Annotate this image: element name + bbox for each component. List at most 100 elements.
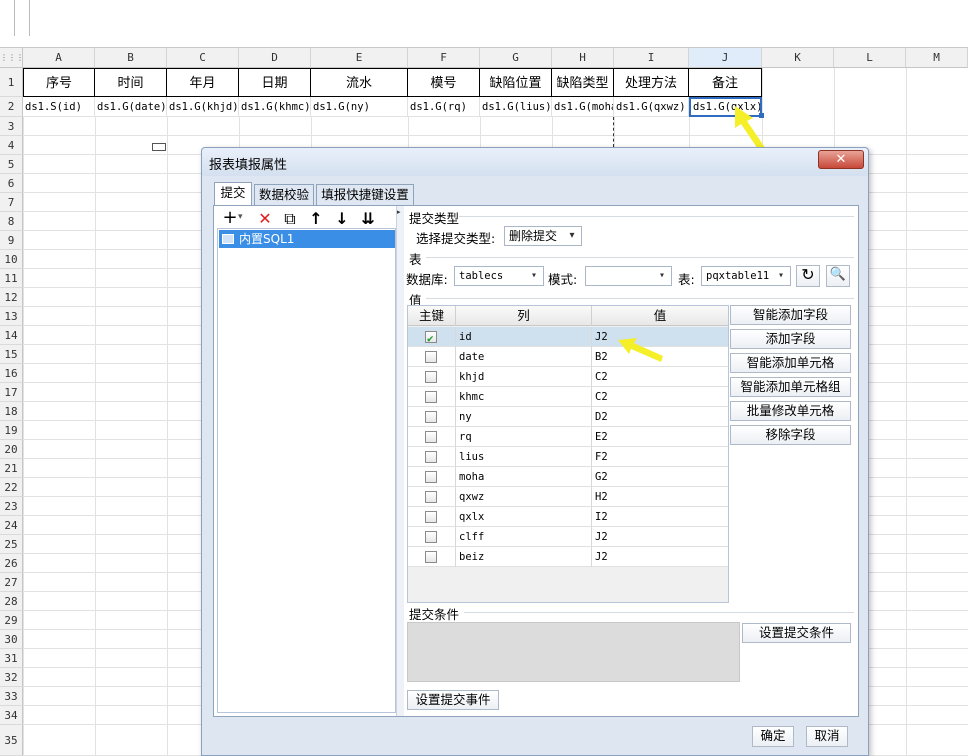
column-header[interactable]: L (834, 48, 906, 68)
header-cell[interactable]: 模号 (408, 68, 480, 97)
row-header[interactable]: 23 (0, 497, 23, 516)
row-header[interactable]: 18 (0, 402, 23, 421)
formula-cell[interactable]: ds1.G(lius) (480, 97, 552, 117)
formula-cell[interactable]: ds1.G(ny) (311, 97, 408, 117)
row-header[interactable]: 26 (0, 554, 23, 573)
primary-key-checkbox[interactable] (425, 431, 437, 443)
primary-key-checkbox[interactable] (425, 371, 437, 383)
smart-add-cell-button[interactable]: 智能添加单元格 (730, 353, 851, 373)
value-cell[interactable]: C2 (592, 367, 728, 387)
table-row[interactable]: lius F2 (408, 447, 728, 467)
header-cell[interactable]: 缺陷位置 (480, 68, 552, 97)
row-header[interactable]: 2 (0, 97, 23, 117)
formula-cell[interactable]: ds1.G(khmc) (239, 97, 311, 117)
column-header[interactable]: I (614, 48, 689, 68)
table-row[interactable]: moha G2 (408, 467, 728, 487)
header-cell[interactable]: 备注 (689, 68, 762, 97)
tab-data-validation[interactable]: 数据校验 (254, 184, 314, 205)
row-header[interactable]: 13 (0, 307, 23, 326)
header-cell[interactable]: 日期 (239, 68, 311, 97)
column-header[interactable]: J (689, 48, 762, 68)
cancel-button[interactable]: 取消 (806, 726, 848, 747)
row-header[interactable]: 15 (0, 345, 23, 364)
set-condition-button[interactable]: 设置提交条件 (742, 623, 851, 643)
value-cell[interactable]: I2 (592, 507, 728, 527)
formula-cell[interactable]: ds1.S(id) (23, 97, 95, 117)
column-header[interactable]: D (239, 48, 311, 68)
row-header[interactable]: 29 (0, 611, 23, 630)
column-header[interactable]: M (906, 48, 968, 68)
column-header[interactable]: E (311, 48, 408, 68)
database-select[interactable]: tablecs ▾ (454, 266, 544, 286)
primary-key-checkbox[interactable] (425, 351, 437, 363)
primary-key-checkbox[interactable] (425, 411, 437, 423)
smart-add-cell-group-button[interactable]: 智能添加单元格组 (730, 377, 851, 397)
cell-note-icon[interactable] (152, 143, 166, 151)
row-header[interactable]: 7 (0, 193, 23, 212)
header-cell[interactable]: 缺陷类型 (552, 68, 614, 97)
value-cell[interactable]: J2 (592, 327, 728, 347)
row-header[interactable]: 1 (0, 68, 23, 97)
row-header[interactable]: 9 (0, 231, 23, 250)
primary-key-checkbox[interactable] (425, 491, 437, 503)
row-header[interactable]: 11 (0, 269, 23, 288)
set-event-button[interactable]: 设置提交事件 (407, 690, 499, 710)
primary-key-checkbox[interactable] (425, 511, 437, 523)
row-header[interactable]: 4 (0, 136, 23, 155)
row-header[interactable]: 10 (0, 250, 23, 269)
value-cell[interactable]: H2 (592, 487, 728, 507)
column-header[interactable]: G (480, 48, 552, 68)
row-header[interactable]: 17 (0, 383, 23, 402)
row-header[interactable]: 19 (0, 421, 23, 440)
row-header[interactable]: 34 (0, 706, 23, 725)
row-header[interactable]: 30 (0, 630, 23, 649)
table-row[interactable]: clff J2 (408, 527, 728, 547)
table-row[interactable]: khmc C2 (408, 387, 728, 407)
select-all-corner[interactable]: ⋮⋮⋮ (0, 48, 24, 68)
column-header[interactable]: H (552, 48, 614, 68)
primary-key-checkbox[interactable] (425, 551, 437, 563)
value-cell[interactable]: J2 (592, 527, 728, 547)
panel-splitter[interactable]: ▸ (396, 206, 404, 716)
mode-select[interactable]: ▾ (585, 266, 672, 286)
row-header[interactable]: 32 (0, 668, 23, 687)
value-cell[interactable]: C2 (592, 387, 728, 407)
ok-button[interactable]: 确定 (752, 726, 794, 747)
formula-cell[interactable]: ds1.G(rq) (408, 97, 480, 117)
value-cell[interactable]: D2 (592, 407, 728, 427)
batch-modify-cell-button[interactable]: 批量修改单元格 (730, 401, 851, 421)
formula-cell[interactable]: ds1.G(khjd) (167, 97, 239, 117)
fill-handle[interactable] (759, 113, 764, 118)
table-row[interactable]: date B2 (408, 347, 728, 367)
remove-field-button[interactable]: 移除字段 (730, 425, 851, 445)
table-select[interactable]: pqxtable11 ▾ (701, 266, 791, 286)
row-header[interactable]: 25 (0, 535, 23, 554)
field-grid[interactable]: 主键 列 值 id J2 date B2 khjd C2 khmc C2 ny … (407, 305, 729, 603)
formula-cell[interactable]: ds1.G(moha (552, 97, 614, 117)
header-cell[interactable]: 年月 (167, 68, 239, 97)
table-row[interactable]: khjd C2 (408, 367, 728, 387)
row-header[interactable]: 14 (0, 326, 23, 345)
copy-icon[interactable]: ⧉ (279, 209, 301, 229)
close-button[interactable]: ✕ (818, 150, 864, 169)
collapse-icon[interactable]: ▸ (397, 208, 401, 216)
row-header[interactable]: 35 (0, 725, 23, 756)
table-row[interactable]: qxwz H2 (408, 487, 728, 507)
sql-tree[interactable]: 内置SQL1 (217, 228, 396, 713)
row-header[interactable]: 5 (0, 155, 23, 174)
formula-cell[interactable]: ds1.G(date) (95, 97, 167, 117)
table-row[interactable]: qxlx I2 (408, 507, 728, 527)
column-header[interactable]: C (167, 48, 239, 68)
primary-key-checkbox[interactable] (425, 329, 437, 349)
smart-add-field-button[interactable]: 智能添加字段 (730, 305, 851, 325)
column-header[interactable]: B (95, 48, 167, 68)
primary-key-checkbox[interactable] (425, 531, 437, 543)
table-row[interactable]: id J2 (408, 327, 728, 349)
row-header[interactable]: 6 (0, 174, 23, 193)
primary-key-checkbox[interactable] (425, 451, 437, 463)
tab-shortcut-settings[interactable]: 填报快捷键设置 (316, 184, 414, 205)
column-header[interactable]: A (23, 48, 95, 68)
table-row[interactable]: ny D2 (408, 407, 728, 427)
header-cell[interactable]: 流水 (311, 68, 408, 97)
tree-item-sql1[interactable]: 内置SQL1 (219, 230, 395, 248)
